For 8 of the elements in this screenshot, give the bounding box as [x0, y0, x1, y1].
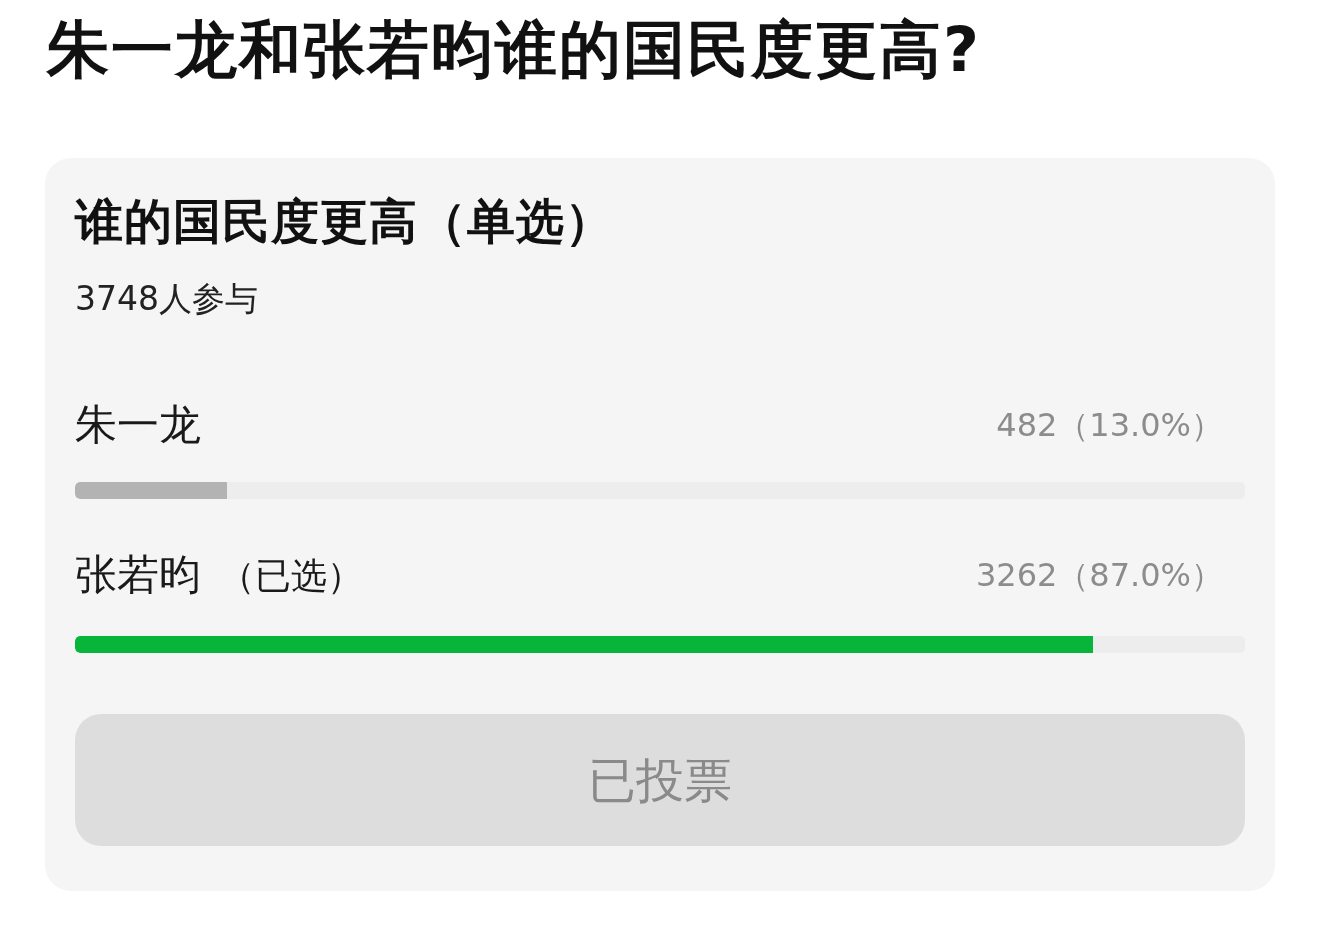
poll-question: 谁的国民度更高（单选） — [75, 192, 614, 252]
vote-count: 3262（87.0%） — [975, 556, 1223, 595]
option-name[interactable]: 朱一龙 — [75, 400, 201, 451]
vote-count: 482（13.0%） — [996, 406, 1223, 445]
option-name[interactable]: 张若昀 — [75, 550, 201, 601]
page-title: 朱一龙和张若昀谁的国民度更高? — [47, 13, 981, 88]
participant-count: 3748人参与 — [75, 279, 258, 319]
selected-note: （已选） — [219, 553, 363, 598]
